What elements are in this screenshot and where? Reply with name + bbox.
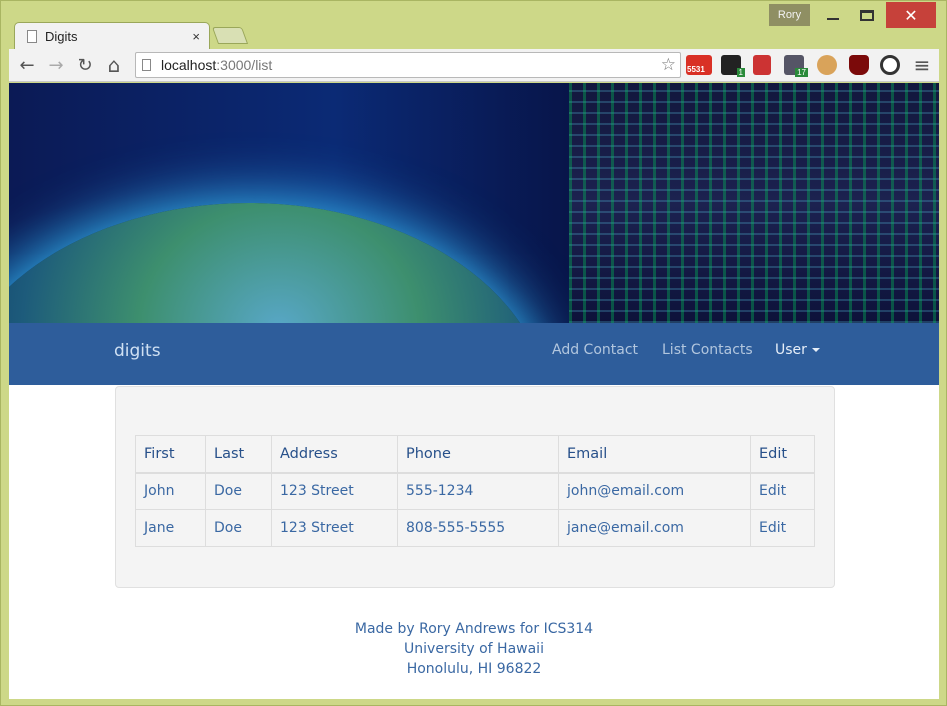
column-header-edit: Edit (750, 435, 815, 474)
forward-icon[interactable]: → (44, 53, 68, 77)
caret-down-icon (811, 348, 820, 352)
dashlane-extension-icon[interactable]: 1 (721, 55, 745, 77)
sync-extension-icon[interactable] (880, 55, 900, 75)
close-icon: ✕ (904, 5, 918, 25)
browser-toolbar: ← → ↻ ⌂ localhost:3000/list ☆ 5531 1 17 … (9, 49, 939, 82)
contacts-table: First Last Address Phone Email Edit John… (135, 435, 815, 547)
profile-badge[interactable]: Rory (769, 4, 810, 26)
tab-close-icon[interactable]: × (192, 29, 200, 44)
header-banner-image (9, 83, 939, 323)
nav-add-contact[interactable]: Add Contact (552, 342, 638, 358)
cell-phone: 808-555-5555 (397, 509, 559, 547)
cell-first: John (135, 472, 206, 510)
column-header-address: Address (271, 435, 398, 474)
calendar-extension-icon[interactable]: 17 (784, 55, 808, 77)
cell-email: jane@email.com (558, 509, 751, 547)
footer-university: University of Hawaii (404, 641, 544, 657)
url-host: localhost (161, 57, 217, 73)
home-icon[interactable]: ⌂ (102, 53, 126, 77)
column-header-email: Email (558, 435, 751, 474)
address-bar[interactable]: localhost:3000/list ☆ (135, 52, 681, 78)
extension-badge: 1 (736, 68, 745, 77)
edit-link[interactable]: Edit (750, 472, 815, 510)
page-icon (27, 30, 37, 43)
tab-title: Digits (45, 29, 78, 44)
maximize-button[interactable] (850, 2, 884, 28)
cookie-extension-icon[interactable] (817, 55, 837, 75)
user-dropdown[interactable]: User (775, 342, 820, 358)
edit-link[interactable]: Edit (750, 509, 815, 547)
table-row: John Doe 123 Street 555-1234 john@email.… (135, 472, 815, 510)
url-path: :3000/list (216, 57, 273, 73)
cell-address: 123 Street (271, 472, 398, 510)
minimize-icon (827, 18, 839, 20)
cell-last: Doe (205, 472, 272, 510)
column-header-phone: Phone (397, 435, 559, 474)
brand-link[interactable]: digits (114, 341, 161, 361)
footer-location: Honolulu, HI 96822 (406, 661, 542, 677)
column-header-first: First (135, 435, 206, 474)
minimize-button[interactable] (816, 2, 850, 28)
page-content: digits Add Contact List Contacts User Fi… (9, 83, 939, 699)
site-footer: Made by Rory Andrews for ICS314 Universi… (9, 619, 939, 679)
bookmark-extension-icon[interactable] (753, 55, 771, 75)
footer-credit: Made by Rory Andrews for ICS314 (354, 621, 594, 637)
menu-icon[interactable]: ≡ (910, 53, 934, 77)
browser-window: Rory ✕ Digits × ← → ↻ ⌂ localhost:3000/l… (0, 0, 947, 706)
gmail-extension-icon[interactable]: 5531 (686, 55, 712, 75)
close-window-button[interactable]: ✕ (886, 2, 936, 28)
cell-first: Jane (135, 509, 206, 547)
maximize-icon (860, 9, 874, 21)
reload-icon[interactable]: ↻ (73, 53, 97, 77)
nav-list-contacts[interactable]: List Contacts (662, 342, 753, 358)
bookmark-star-icon[interactable]: ☆ (661, 55, 676, 75)
cell-last: Doe (205, 509, 272, 547)
user-dropdown-label: User (775, 342, 807, 358)
site-navbar: digits Add Contact List Contacts User (9, 323, 939, 385)
table-row: Jane Doe 123 Street 808-555-5555 jane@em… (135, 509, 815, 547)
extension-badge: 17 (795, 68, 808, 77)
cell-phone: 555-1234 (397, 472, 559, 510)
cell-email: john@email.com (558, 472, 751, 510)
column-header-last: Last (205, 435, 272, 474)
ublock-extension-icon[interactable] (849, 55, 869, 75)
tab-digits[interactable]: Digits × (14, 22, 210, 50)
table-header-row: First Last Address Phone Email Edit (135, 435, 815, 474)
gmail-badge: 5531 (687, 65, 705, 74)
contacts-panel: First Last Address Phone Email Edit John… (115, 386, 835, 588)
circuit-board-graphic (569, 83, 939, 323)
earth-graphic (9, 203, 549, 323)
cell-address: 123 Street (271, 509, 398, 547)
back-icon[interactable]: ← (15, 53, 39, 77)
new-tab-button[interactable] (211, 27, 249, 44)
page-icon (142, 59, 151, 71)
